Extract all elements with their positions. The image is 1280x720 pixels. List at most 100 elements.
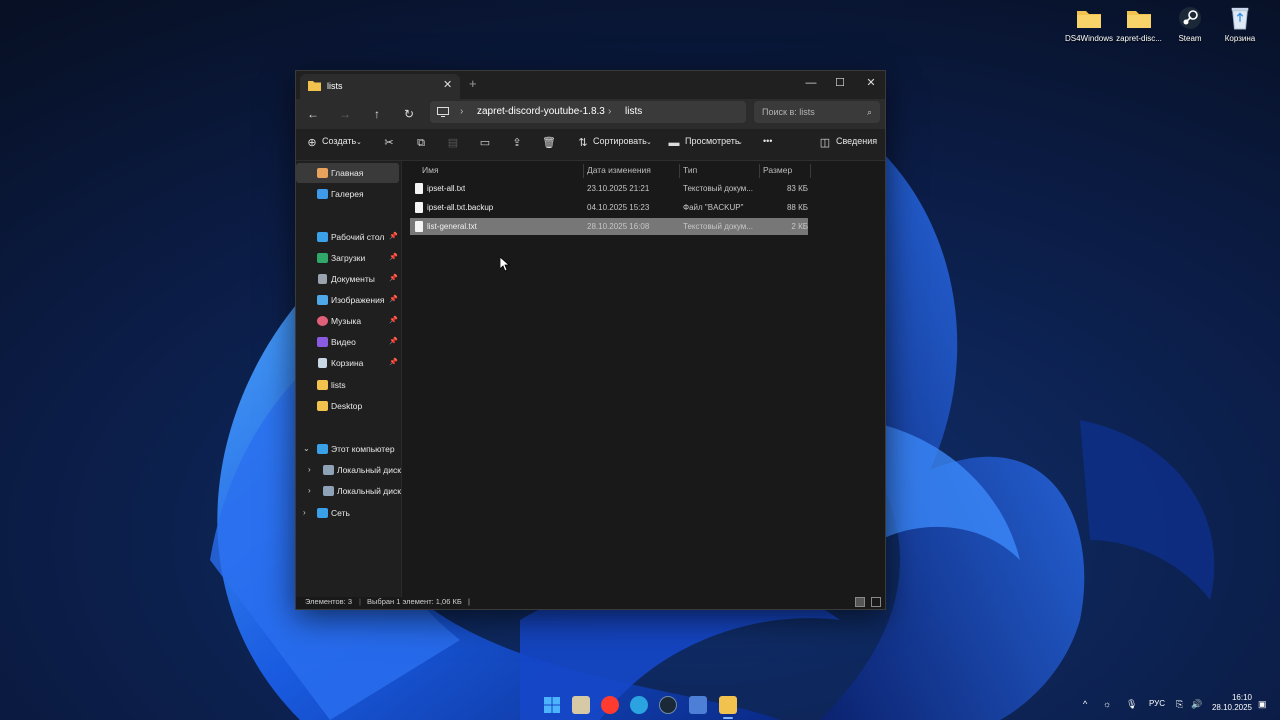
desktop-icon (317, 232, 328, 242)
sidebar-item-videos[interactable]: Видео 📌 (296, 332, 399, 352)
show-hidden-icons-chevron-icon[interactable]: ^ (1083, 699, 1087, 709)
sidebar-item-music[interactable]: Музыка 📌 (296, 311, 399, 331)
forward-arrow-icon[interactable]: → (336, 105, 354, 123)
sidebar-item-local-disk-2[interactable]: › Локальный диск (296, 481, 401, 501)
up-arrow-icon[interactable]: ↑ (368, 105, 386, 123)
file-name: ipset-all.txt.backup (427, 203, 494, 212)
file-icon (415, 202, 423, 213)
desktop-icon-recycle-bin[interactable]: Корзина (1205, 6, 1275, 43)
rename-icon[interactable]: ▭ (478, 136, 492, 150)
column-separator[interactable] (679, 164, 680, 178)
brightness-icon[interactable]: ☼ (1103, 699, 1111, 709)
file-name: list-general.txt (427, 222, 477, 231)
search-placeholder: Поиск в: lists (762, 107, 815, 117)
tab-close-icon[interactable]: ✕ (443, 78, 452, 91)
search-box[interactable]: Поиск в: lists ⌕ (754, 101, 880, 123)
column-header-name[interactable]: Имя (422, 165, 439, 175)
sidebar-item-desktop-folder[interactable]: Desktop (296, 396, 399, 416)
create-button[interactable]: Создать (322, 136, 356, 146)
address-bar[interactable]: › zapret-discord-youtube-1.8.3 › lists (430, 101, 746, 123)
close-button[interactable]: ✕ (856, 73, 886, 93)
notifications-icon[interactable]: ▣ (1258, 699, 1267, 710)
yandex-browser-icon[interactable] (601, 696, 619, 714)
volume-icon[interactable]: 🔊 (1191, 699, 1202, 710)
network-icon (317, 508, 328, 518)
text-file-icon (415, 221, 423, 232)
details-button[interactable]: Сведения (836, 136, 877, 146)
refresh-icon[interactable]: ↻ (400, 105, 418, 123)
file-size: 2 КБ (791, 222, 808, 231)
sidebar-item-label: Галерея (331, 189, 364, 199)
delete-icon[interactable]: 🗑 (542, 136, 556, 150)
title-bar: lists ✕ + — ☐ ✕ (296, 71, 885, 99)
sidebar-item-pictures[interactable]: Изображения 📌 (296, 290, 399, 310)
paste-icon[interactable]: ▤ (446, 136, 460, 150)
chevron-down-icon: ⌄ (356, 139, 362, 146)
chevron-right-icon[interactable]: › (308, 481, 311, 501)
sidebar-item-label: Корзина (331, 358, 364, 368)
sidebar-item-gallery[interactable]: Галерея (296, 184, 399, 204)
breadcrumb-lists[interactable]: lists (625, 101, 642, 123)
sidebar-item-label: Главная (331, 168, 364, 178)
file-row[interactable]: ipset-all.txt 23.10.2025 21:21 Текстовый… (410, 180, 808, 197)
microphone-icon[interactable]: 🎙 (1126, 699, 1137, 710)
pin-icon: 📌 (389, 338, 398, 345)
sidebar-item-label: Загрузки (331, 253, 366, 263)
file-name: ipset-all.txt (427, 184, 466, 193)
file-row[interactable]: ipset-all.txt.backup 04.10.2025 15:23 Фа… (410, 199, 808, 216)
sidebar-item-recycle-bin[interactable]: Корзина 📌 (296, 353, 399, 373)
column-header-size[interactable]: Размер (763, 165, 792, 175)
sidebar-item-local-disk-1[interactable]: › Локальный диск (296, 460, 401, 480)
sidebar-item-desktop[interactable]: Рабочий стол 📌 (296, 227, 399, 247)
clock-date: 28.10.2025 (1211, 703, 1252, 712)
sidebar-item-documents[interactable]: Документы 📌 (296, 269, 399, 289)
column-separator[interactable] (810, 164, 811, 178)
sidebar-item-this-pc[interactable]: ⌄ Этот компьютер (296, 439, 399, 459)
store-icon[interactable] (572, 696, 590, 714)
column-header-modified[interactable]: Дата изменения (587, 165, 651, 175)
folder-icon (1077, 11, 1101, 28)
more-options-button[interactable]: ••• (763, 136, 772, 146)
home-icon (317, 168, 328, 178)
chevron-right-icon[interactable]: › (308, 460, 311, 480)
column-separator[interactable] (759, 164, 760, 178)
file-size: 83 КБ (786, 184, 808, 193)
new-tab-button[interactable]: + (469, 76, 477, 91)
network-status-icon[interactable]: ⎘ (1176, 699, 1183, 710)
share-icon[interactable]: ⇪ (510, 136, 524, 150)
sidebar-item-label: lists (331, 380, 346, 390)
file-row-selected[interactable]: list-general.txt 28.10.2025 16:08 Тексто… (410, 218, 808, 235)
tab-title: lists (327, 81, 343, 91)
sidebar-item-home[interactable]: Главная (296, 163, 399, 183)
column-header-type[interactable]: Тип (683, 165, 697, 175)
language-indicator[interactable]: РУС (1149, 699, 1165, 708)
tiles-view-toggle[interactable] (871, 597, 881, 607)
chevron-right-icon[interactable]: › (303, 503, 306, 523)
details-view-toggle[interactable] (855, 597, 865, 607)
sidebar-item-downloads[interactable]: Загрузки 📌 (296, 248, 399, 268)
column-separator[interactable] (583, 164, 584, 178)
pin-icon: 📌 (389, 233, 398, 240)
app-icon[interactable] (689, 696, 707, 714)
maximize-button[interactable]: ☐ (825, 73, 855, 93)
sidebar-item-label: Изображения (331, 295, 385, 305)
start-button[interactable] (543, 696, 561, 714)
minimize-button[interactable]: — (796, 73, 826, 93)
back-arrow-icon[interactable]: ← (304, 105, 322, 123)
copy-icon[interactable]: ⧉ (414, 136, 428, 150)
view-button[interactable]: Просмотреть (685, 136, 740, 146)
tab-lists[interactable]: lists ✕ (300, 74, 460, 99)
steam-icon[interactable] (659, 696, 677, 714)
telegram-icon[interactable] (630, 696, 648, 714)
chevron-down-icon[interactable]: ⌄ (303, 439, 310, 459)
file-explorer-icon[interactable] (719, 696, 737, 714)
sidebar-item-label: Этот компьютер (331, 444, 395, 454)
sidebar-item-network[interactable]: › Сеть (296, 503, 399, 523)
view-icon: ▬ (668, 137, 680, 149)
sort-button[interactable]: Сортировать (593, 136, 647, 146)
breadcrumb-zapret[interactable]: zapret-discord-youtube-1.8.3 (477, 101, 605, 123)
sidebar-item-lists[interactable]: lists (296, 375, 399, 395)
pin-icon: 📌 (389, 275, 398, 282)
cut-icon[interactable]: ✂ (382, 136, 396, 150)
clock[interactable]: 16:10 28.10.2025 (1210, 693, 1252, 713)
